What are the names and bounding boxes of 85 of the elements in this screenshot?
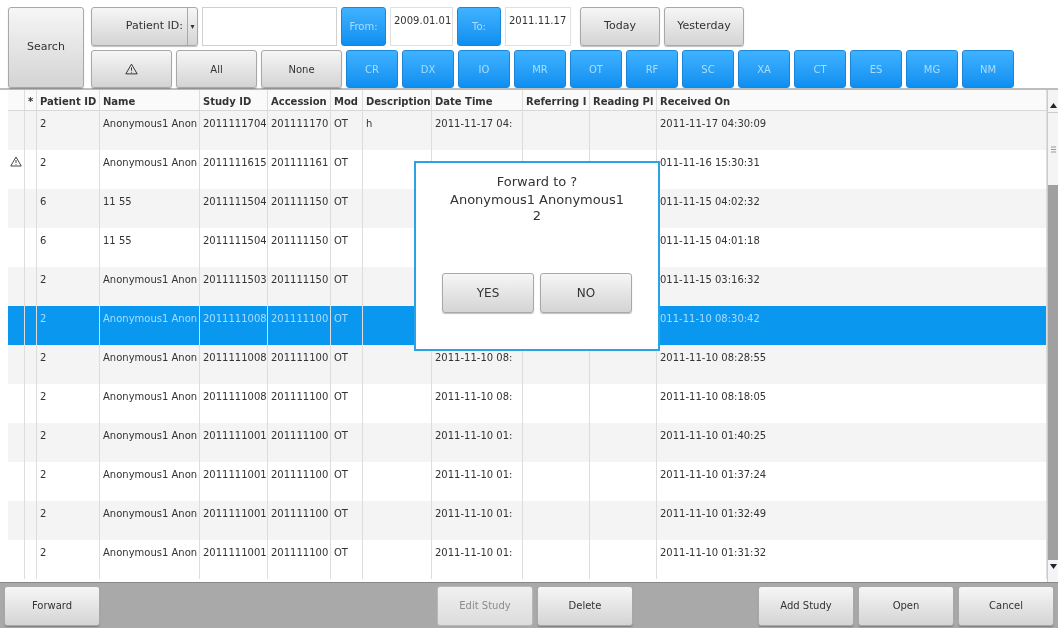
table-cell: 011-11-10 08:30:42 xyxy=(660,313,760,324)
table-cell: 2011-11-10 01: xyxy=(435,547,513,558)
table-cell: 2 xyxy=(40,118,47,129)
table-cell: 011-11-15 04:02:32 xyxy=(660,196,760,207)
table-cell: 011-11-16 15:30:31 xyxy=(660,157,760,168)
table-cell: 2011111001 xyxy=(203,430,267,441)
to-label: To: xyxy=(457,7,501,46)
table-cell: 201111100 xyxy=(271,352,329,363)
dialog-message: Anonymous1 Anonymous1 xyxy=(450,191,624,208)
table-cell: Anonymous1 Anon xyxy=(103,352,198,363)
table-cell: Anonymous1 Anon xyxy=(103,157,198,168)
table-cell: 2011-11-17 04: xyxy=(435,118,513,129)
table-cell: 2011-11-10 01: xyxy=(435,508,513,519)
table-cell: OT xyxy=(334,352,348,363)
table-cell: 201111170 xyxy=(271,118,329,129)
table-cell: 201111100 xyxy=(271,391,329,402)
table-cell: 2011-11-10 01:32:49 xyxy=(660,508,767,519)
table-cell: 2011111001 xyxy=(203,469,267,480)
table-cell: 2011111504 xyxy=(203,235,267,246)
table-cell: 011-11-15 04:01:18 xyxy=(660,235,760,246)
table-cell: OT xyxy=(334,235,348,246)
from-label: From: xyxy=(341,7,386,46)
table-cell: OT xyxy=(334,274,348,285)
dialog-message: 2 xyxy=(532,207,542,224)
table-cell: 2 xyxy=(40,430,47,441)
table-cell: 2 xyxy=(40,352,47,363)
table-cell: 2011111001 xyxy=(203,547,267,558)
table-cell: OT xyxy=(334,196,348,207)
table-cell: 201111100 xyxy=(271,547,329,558)
table-cell: Anonymous1 Anon xyxy=(103,508,198,519)
table-cell: OT xyxy=(334,313,348,324)
table-cell: Anonymous1 Anon xyxy=(103,430,198,441)
table-cell: 201111161 xyxy=(271,157,329,168)
table-cell: 2 xyxy=(40,313,47,324)
table-cell: 201111150 xyxy=(271,196,329,207)
table-cell: 2011-11-10 01:31:32 xyxy=(660,547,767,558)
table-cell: 2011111008 xyxy=(203,313,267,324)
table-cell: 2 xyxy=(40,157,47,168)
table-cell: OT xyxy=(334,157,348,168)
table-cell: 2011-11-10 08:18:05 xyxy=(660,391,767,402)
table-cell: 2011111503 xyxy=(203,274,267,285)
table-cell: Anonymous1 Anon xyxy=(103,118,198,129)
table-cell: OT xyxy=(334,391,348,402)
table-cell: 2 xyxy=(40,547,47,558)
table-cell: 2011-11-10 08: xyxy=(435,391,513,402)
dialog-title: Forward to ? xyxy=(496,173,578,191)
table-cell: 11 55 xyxy=(103,196,132,207)
table-cell: OT xyxy=(334,469,348,480)
table-cell: OT xyxy=(334,508,348,519)
table-cell: OT xyxy=(334,118,348,129)
table-cell: 2011111008 xyxy=(203,352,267,363)
table-cell: 2011111001 xyxy=(203,508,267,519)
table-cell: Anonymous1 Anon xyxy=(103,391,198,402)
table-cell: 201111100 xyxy=(271,508,329,519)
table-cell: OT xyxy=(334,430,348,441)
table-cell: Anonymous1 Anon xyxy=(103,274,198,285)
table-cell: 2011-11-10 01:37:24 xyxy=(660,469,767,480)
table-cell: Anonymous1 Anon xyxy=(103,469,198,480)
table-cell: 2011111504 xyxy=(203,196,267,207)
table-cell: 2011111008 xyxy=(203,391,267,402)
table-cell: 6 xyxy=(40,235,47,246)
table-cell: 2011-11-10 01: xyxy=(435,469,513,480)
table-cell: 2011111615 xyxy=(203,157,267,168)
table-cell: 201111100 xyxy=(271,430,329,441)
table-cell: 2011-11-10 01:40:25 xyxy=(660,430,767,441)
table-cell: 6 xyxy=(40,196,47,207)
table-cell: 201111100 xyxy=(271,313,329,324)
table-cell: h xyxy=(366,118,373,129)
table-cell: 11 55 xyxy=(103,235,132,246)
table-cell: Anonymous1 Anon xyxy=(103,313,198,324)
table-cell: Anonymous1 Anon xyxy=(103,547,198,558)
table-cell: 2 xyxy=(40,391,47,402)
table-cell: 2011-11-10 08:28:55 xyxy=(660,352,767,363)
table-cell: 201111100 xyxy=(271,469,329,480)
table-cell: 2011111704 xyxy=(203,118,267,129)
table-cell: 2011-11-10 01: xyxy=(435,430,513,441)
table-cell: 2 xyxy=(40,469,47,480)
table-cell: OT xyxy=(334,547,348,558)
table-cell: 201111150 xyxy=(271,235,329,246)
table-cell: 2011-11-17 04:30:09 xyxy=(660,118,767,129)
table-cell: 2 xyxy=(40,508,47,519)
table-cell: 2 xyxy=(40,274,47,285)
table-cell: 201111150 xyxy=(271,274,329,285)
table-cell: 011-11-15 03:16:32 xyxy=(660,274,760,285)
table-cell: 2011-11-10 08: xyxy=(435,352,513,363)
